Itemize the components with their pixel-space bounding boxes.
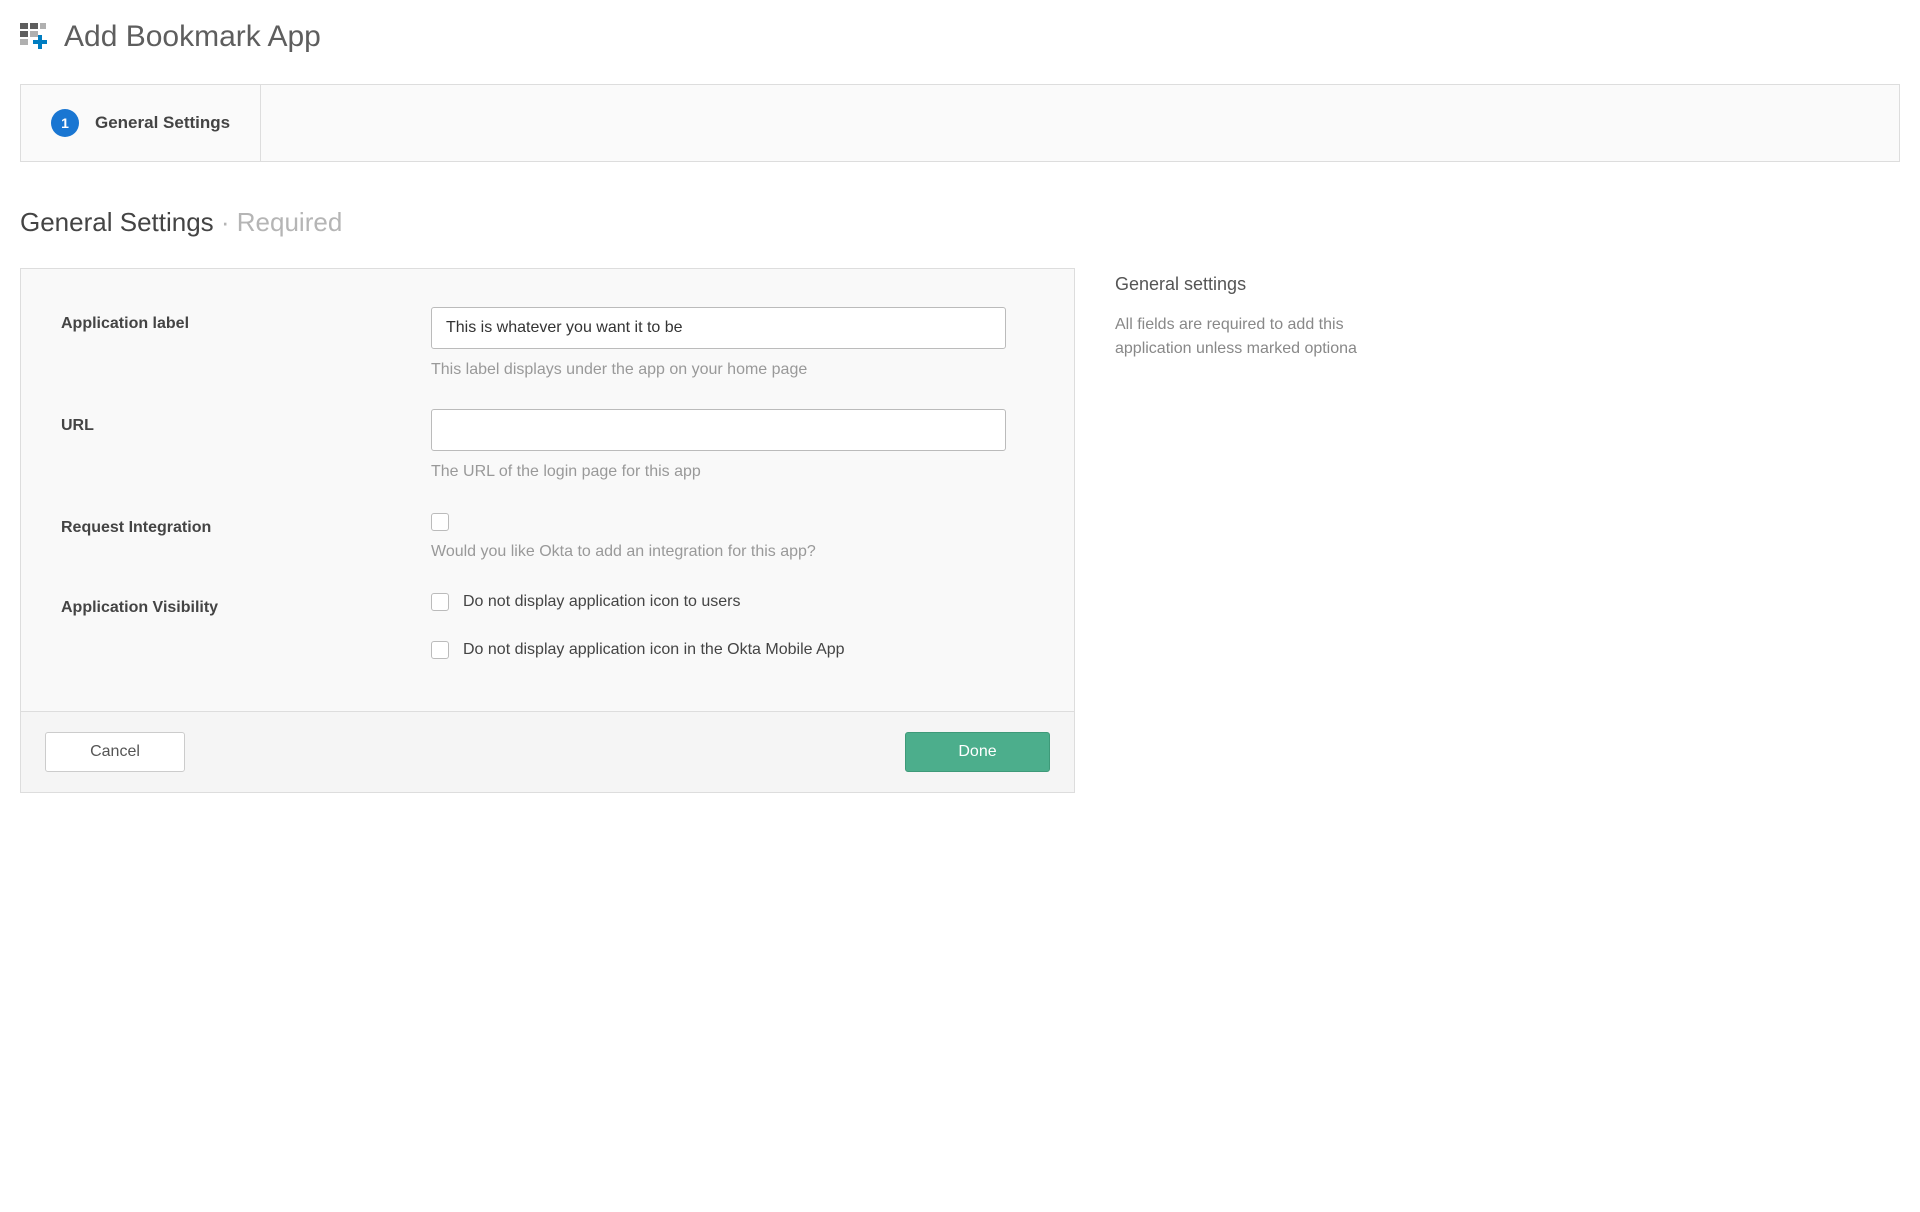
sidebar-help-text: All fields are required to add this appl… [1115,313,1415,361]
application-label-label: Application label [61,307,431,333]
page-title: Add Bookmark App [64,20,321,54]
form-panel: Application label This label displays un… [20,268,1075,793]
visibility-mobile-checkbox[interactable] [431,641,449,659]
visibility-users-label: Do not display application icon to users [463,593,741,611]
cancel-button[interactable]: Cancel [45,732,185,772]
wizard-steps: 1 General Settings [20,84,1900,162]
section-header: General Settings · Required [20,207,1900,238]
sidebar-help: General settings All fields are required… [1115,268,1415,361]
section-suffix: · Required [214,207,343,237]
step-label: General Settings [95,113,230,133]
section-title: General Settings [20,207,214,237]
form-footer: Cancel Done [21,711,1074,792]
page-header: Add Bookmark App [20,20,1900,54]
wizard-step-general-settings[interactable]: 1 General Settings [21,85,261,161]
sidebar-help-title: General settings [1115,274,1415,295]
url-label: URL [61,409,431,435]
url-help: The URL of the login page for this app [431,463,1034,481]
done-button[interactable]: Done [905,732,1050,772]
visibility-mobile-label: Do not display application icon in the O… [463,641,845,659]
request-integration-help: Would you like Okta to add an integratio… [431,543,1034,561]
request-integration-checkbox[interactable] [431,513,449,531]
step-number-badge: 1 [51,109,79,137]
apps-grid-icon [20,21,52,53]
application-label-help: This label displays under the app on you… [431,361,1034,379]
url-input[interactable] [431,409,1006,451]
request-integration-label: Request Integration [61,511,431,537]
application-label-input[interactable] [431,307,1006,349]
visibility-users-checkbox[interactable] [431,593,449,611]
application-visibility-label: Application Visibility [61,591,431,617]
